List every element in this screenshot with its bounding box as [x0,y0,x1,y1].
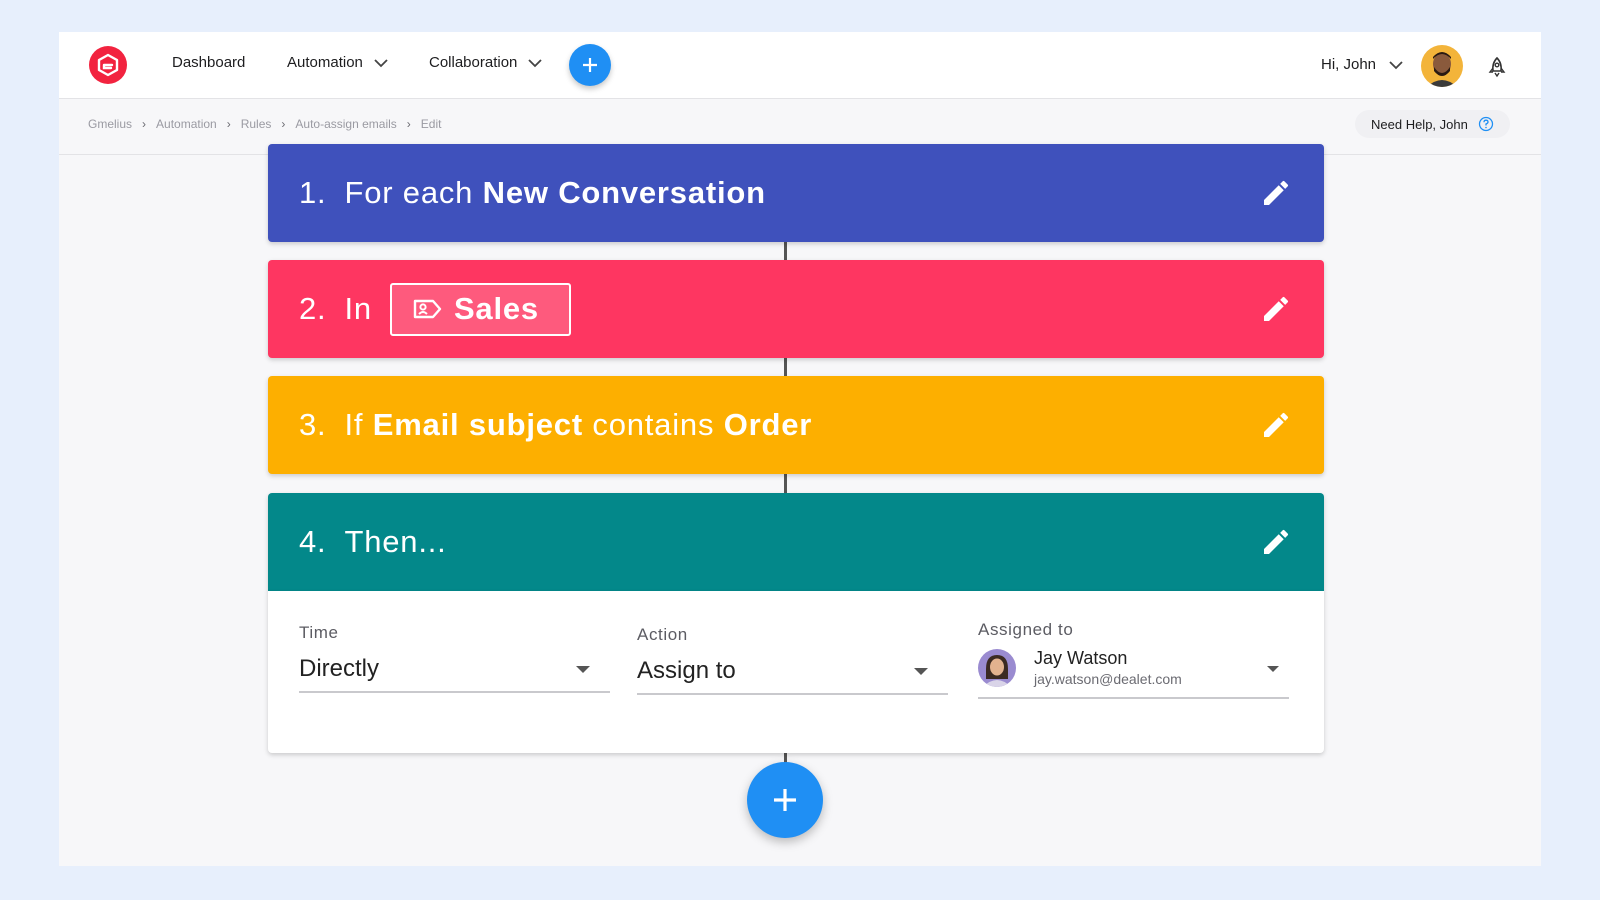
gmelius-logo-icon[interactable] [89,46,127,84]
step-location[interactable]: 2. In Sales [268,260,1324,358]
dropdown-arrow-icon [1267,666,1279,672]
step-action[interactable]: 4. Then... [268,493,1324,591]
chevron-down-icon [528,58,543,67]
pencil-icon[interactable] [1260,526,1292,566]
action-label: Action [637,625,688,644]
time-select[interactable]: Directly [299,655,610,693]
chevron-right-icon: › [406,117,411,131]
plus-icon [774,789,796,811]
nav-collaboration-label: Collaboration [429,54,518,71]
condition-operator: contains [592,407,715,442]
assigned-to-label: Assigned to [978,620,1074,639]
action-field: Action Assign to [637,625,948,695]
user-menu[interactable]: Hi, John [1321,56,1404,73]
pencil-icon[interactable] [1260,409,1292,449]
condition-field: Email subject [372,407,583,442]
rocket-icon[interactable] [1487,56,1507,83]
dropdown-arrow-icon [914,667,928,675]
plus-icon [583,58,597,72]
time-value: Directly [299,655,380,682]
label-tag[interactable]: Sales [389,282,571,336]
step-text: Then... [344,524,447,559]
action-value: Assign to [637,657,736,684]
step-trigger-value: New Conversation [482,175,766,210]
breadcrumb-item[interactable]: Auto-assign emails [295,117,396,131]
avatar [978,648,1016,687]
quick-add-button[interactable] [569,44,611,86]
chevron-right-icon: › [142,117,147,131]
help-circle-icon [1478,116,1493,132]
action-select[interactable]: Assign to [637,657,948,695]
assigned-to-field: Assigned to Jay Watson jay.watson@dealet… [978,620,1289,699]
top-navigation-bar: Dashboard Automation Collaboration Hi, J… [59,32,1541,99]
chevron-right-icon: › [281,117,286,131]
step-condition[interactable]: 3. If Email subject contains Order [268,376,1324,474]
condition-value: Order [723,407,813,442]
nav-automation[interactable]: Automation [287,54,389,71]
step-number: 3. [299,407,327,442]
nav-dashboard-label: Dashboard [172,54,246,71]
step-trigger[interactable]: 1. For each New Conversation [268,144,1324,242]
action-settings-panel: Time Directly Action Assign to Assigned … [268,591,1324,753]
time-field: Time Directly [299,623,610,693]
step-number: 1. [299,175,327,210]
user-greeting: Hi, John [1321,56,1377,73]
label-tag-text: Sales [453,291,539,326]
step-text: If [344,407,364,442]
help-label: Need Help, John [1371,116,1468,132]
pencil-icon[interactable] [1260,293,1292,333]
nav-collaboration[interactable]: Collaboration [429,54,543,71]
app-window: Dashboard Automation Collaboration Hi, J… [59,32,1541,866]
step-text: For each [344,175,474,210]
dropdown-arrow-icon [576,665,590,673]
assignee-name: Jay Watson [1034,648,1128,668]
step-number: 2. [299,291,327,326]
add-step-button[interactable] [747,762,823,838]
help-button[interactable]: Need Help, John [1355,110,1510,138]
breadcrumb-item[interactable]: Gmelius [88,117,132,131]
avatar[interactable] [1421,45,1463,87]
chevron-down-icon [374,58,388,67]
pencil-icon[interactable] [1260,177,1292,217]
nav-automation-label: Automation [287,54,363,71]
assignee-select[interactable]: Jay Watson jay.watson@dealet.com [978,648,1289,699]
tag-icon [413,299,442,319]
time-label: Time [299,623,339,642]
chevron-right-icon: › [226,117,231,131]
assignee-email: jay.watson@dealet.com [1034,671,1182,687]
step-text: In [344,291,372,326]
breadcrumb-item[interactable]: Automation [156,117,217,131]
step-number: 4. [299,524,327,559]
breadcrumb-item-current: Edit [420,117,442,131]
chevron-down-icon [1389,60,1403,69]
breadcrumb: Gmelius › Automation › Rules › Auto-assi… [88,117,441,131]
nav-dashboard[interactable]: Dashboard [172,54,245,71]
breadcrumb-item[interactable]: Rules [241,117,272,131]
